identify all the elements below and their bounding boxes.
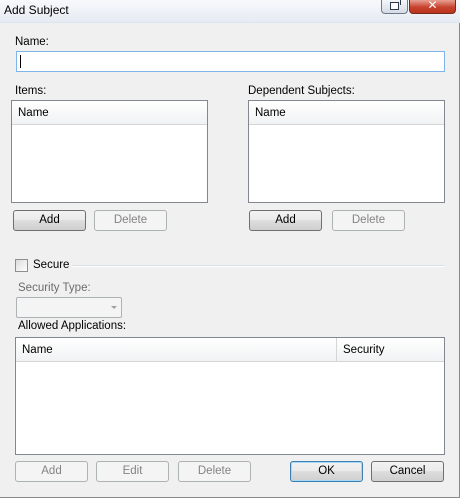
allowed-apps-name-column-header[interactable]: Name <box>16 338 337 362</box>
secure-divider <box>72 265 444 267</box>
security-type-select[interactable] <box>16 297 122 318</box>
close-button[interactable]: ✕ <box>409 0 456 14</box>
secure-checkbox[interactable] <box>15 259 28 272</box>
dependent-subjects-add-button[interactable]: Add <box>249 210 322 231</box>
items-list[interactable]: Name <box>11 100 208 203</box>
close-icon: ✕ <box>427 0 438 12</box>
items-name-column-header[interactable]: Name <box>12 101 207 125</box>
dependent-subjects-name-column-header[interactable]: Name <box>249 101 444 125</box>
title-bar[interactable]: Add Subject ✕ <box>0 0 460 23</box>
name-label: Name: <box>15 36 49 48</box>
window-title: Add Subject <box>4 3 69 17</box>
dependent-subjects-label: Dependent Subjects: <box>248 85 355 97</box>
ok-button[interactable]: OK <box>290 461 363 482</box>
chevron-down-icon <box>111 306 117 309</box>
allowed-apps-delete-button[interactable]: Delete <box>178 461 251 482</box>
allowed-applications-list[interactable]: Name Security <box>15 337 445 455</box>
items-add-button[interactable]: Add <box>13 210 86 231</box>
add-subject-dialog: Add Subject ✕ Name: Items: Name Add Dele… <box>0 0 460 498</box>
dependent-subjects-list[interactable]: Name <box>248 100 445 203</box>
text-caret <box>20 55 21 68</box>
restore-icon <box>390 0 401 10</box>
security-type-label: Security Type: <box>18 282 91 294</box>
secure-label[interactable]: Secure <box>33 259 69 271</box>
allowed-apps-security-column-header[interactable]: Security <box>337 338 444 362</box>
items-label: Items: <box>15 85 47 97</box>
allowed-apps-edit-button[interactable]: Edit <box>96 461 169 482</box>
cancel-button[interactable]: Cancel <box>371 461 444 482</box>
items-delete-button[interactable]: Delete <box>94 210 167 231</box>
allowed-apps-add-button[interactable]: Add <box>15 461 88 482</box>
name-input[interactable] <box>16 51 445 72</box>
restore-button[interactable] <box>381 0 408 14</box>
allowed-applications-label: Allowed Applications: <box>18 320 127 332</box>
dependent-subjects-delete-button[interactable]: Delete <box>332 210 405 231</box>
